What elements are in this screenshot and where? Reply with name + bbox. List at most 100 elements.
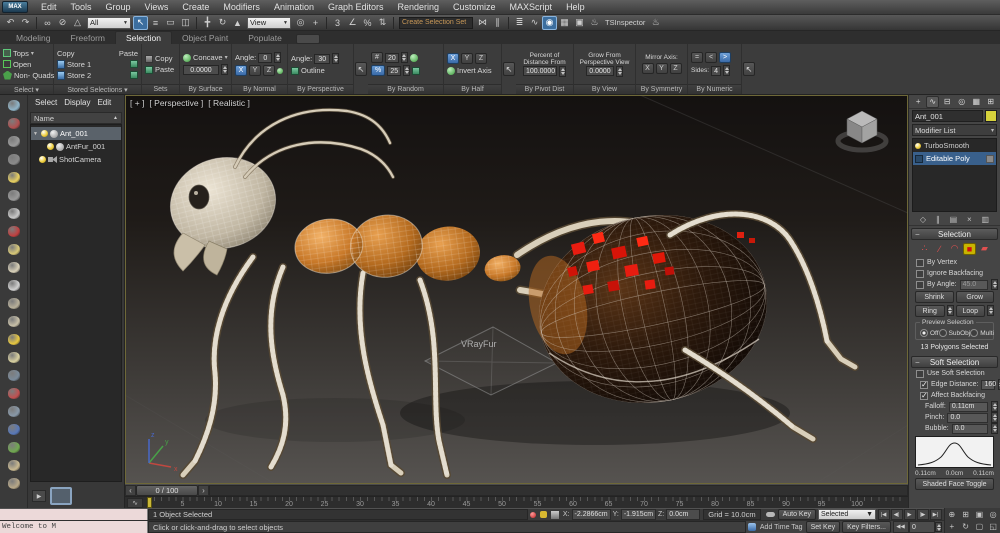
ignore-backfacing-checkbox[interactable] (916, 269, 924, 278)
menu-graph-editors[interactable]: Graph Editors (321, 2, 391, 12)
snap-toggle-icon[interactable]: 3 (330, 16, 345, 30)
viewport-canvas[interactable]: VRayFur x y z (125, 95, 908, 484)
ribbon-tab-freeform[interactable]: Freeform (61, 32, 115, 44)
plug-icon[interactable] (2, 186, 26, 204)
rendered-frame-icon[interactable]: ▣ (572, 16, 587, 30)
pinch-field[interactable]: 0.0 (947, 412, 988, 423)
time-slider-handle[interactable]: 0 / 100 (136, 485, 198, 496)
edge-subobject-icon[interactable]: ∕ (933, 243, 946, 255)
viewport-menu-shading[interactable]: [ Realistic ] (208, 98, 250, 108)
by-angle-checkbox[interactable] (916, 280, 924, 289)
zoom-extents-icon[interactable]: ▣ (973, 508, 987, 521)
track-bar[interactable]: ∿ 5 10 15 20 25 30 35 40 45 50 55 60 65 70 75 80 85 90 95 1… (125, 496, 908, 508)
sets-copy-button[interactable]: Copy (145, 54, 176, 63)
paste-1-icon[interactable] (130, 60, 138, 68)
panel-label-sets[interactable]: Sets (142, 84, 179, 94)
auto-key-button[interactable]: Auto Key (777, 509, 816, 520)
panel-label-by-half[interactable]: By Half (444, 84, 501, 94)
sun-icon[interactable] (2, 330, 26, 348)
selection-lock-icon[interactable] (538, 509, 549, 520)
store-2-button[interactable]: Store 2 (67, 71, 91, 80)
zoom-icon[interactable]: ⊕ (945, 508, 959, 521)
selection-filter-dropdown[interactable]: All ▼ (87, 16, 131, 29)
ignore-backfacing-checkbox-row[interactable]: Ignore Backfacing (911, 268, 998, 279)
menu-customize[interactable]: Customize (446, 2, 503, 12)
maximize-viewport-icon[interactable]: ◱ (986, 521, 1000, 533)
shaded-face-toggle-button[interactable]: Shaded Face Toggle (915, 478, 994, 490)
spinner-snap-icon[interactable]: ⇅ (375, 16, 390, 30)
globe-icon[interactable] (2, 420, 26, 438)
reference-coordinate-dropdown[interactable]: View ▼ (247, 16, 291, 29)
maxscript-listener-line[interactable]: Welcome to M (0, 521, 148, 533)
ribbon-tab-selection[interactable]: Selection (114, 31, 172, 44)
random-percent-field[interactable]: 25 (387, 65, 402, 76)
numeric-less-button[interactable]: < (705, 52, 717, 63)
ring-button[interactable]: Ring (915, 305, 945, 317)
menu-views[interactable]: Views (138, 2, 176, 12)
make-unique-icon[interactable]: ▤ (950, 215, 958, 224)
menu-modifiers[interactable]: Modifiers (216, 2, 267, 12)
pivot-distance-field[interactable]: 100.0000 (523, 66, 557, 76)
half-z-button[interactable]: Z (475, 53, 487, 64)
use-soft-selection-row[interactable]: Use Soft Selection (911, 368, 998, 379)
utilities-tab-icon[interactable]: ⊞ (984, 96, 997, 108)
element-subobject-icon[interactable]: ▰ (978, 243, 991, 255)
ant-head[interactable] (161, 147, 286, 276)
panel-label-by-random[interactable]: By Random (368, 84, 443, 94)
select-cursor-button[interactable]: ↖ (503, 62, 515, 76)
z-coordinate-field[interactable]: 0.0cm (666, 509, 701, 520)
visibility-bulb-icon[interactable] (39, 156, 46, 163)
configure-modifier-icon[interactable]: ▥ (981, 215, 989, 224)
normal-z-button[interactable]: Z (263, 65, 275, 76)
symmetry-y-button[interactable]: Y (655, 63, 668, 74)
spinner[interactable] (559, 65, 566, 77)
tree-node-antfur[interactable]: AntFur_001 (31, 140, 121, 153)
use-soft-selection-checkbox[interactable] (916, 369, 924, 378)
panel-label-by-normal[interactable]: By Normal (232, 84, 287, 94)
set-key-button[interactable]: Set Key (805, 521, 841, 533)
mini-curve-editor-icon[interactable]: ∿ (127, 498, 143, 508)
light-bulb-icon[interactable] (2, 168, 26, 186)
y-coordinate-field[interactable]: -1.915cm (620, 509, 657, 520)
panel-label-by-numeric[interactable]: By Numeric (688, 84, 741, 94)
stored-paste-label[interactable]: Paste (119, 49, 138, 58)
cone-primitive-icon[interactable] (2, 312, 26, 330)
display-tab-icon[interactable]: ▦ (970, 96, 983, 108)
perspective-viewport[interactable]: VRayFur x y z [+] [Perspective] [Re… (125, 95, 908, 484)
window-crossing-icon[interactable]: ◫ (178, 16, 193, 30)
dome-primitive-icon[interactable] (2, 258, 26, 276)
torus-primitive-icon[interactable] (2, 294, 26, 312)
previous-frame-arrow[interactable]: ‹ (125, 485, 136, 496)
absolute-mode-icon[interactable] (549, 509, 561, 520)
unlink-selection-icon[interactable]: ⊘ (55, 16, 70, 30)
spinner[interactable] (221, 64, 228, 75)
tree-node-shotcamera[interactable]: ShotCamera (31, 153, 121, 166)
sphere-primitive-icon[interactable] (2, 276, 26, 294)
explorer-menu-select[interactable]: Select (35, 98, 57, 107)
select-cursor-button[interactable]: ↖ (743, 62, 755, 76)
spinner[interactable] (991, 423, 998, 434)
vertex-subobject-icon[interactable]: ∴ (918, 243, 931, 255)
align-icon[interactable]: ∥ (490, 16, 505, 30)
select-tops-button[interactable]: Tops ▾ (3, 49, 50, 58)
gamepad-icon[interactable] (2, 402, 26, 420)
by-vertex-checkbox[interactable] (916, 258, 924, 267)
selection-rollout-header[interactable]: Selection (911, 228, 998, 240)
random-invert-icon[interactable] (412, 66, 421, 75)
panel-label-select[interactable]: Select ▾ (0, 84, 53, 94)
select-non-quads-button[interactable]: Non- Quads (3, 70, 54, 80)
store-1-button[interactable]: Store 1 (67, 60, 91, 69)
normal-x-button[interactable]: X (235, 65, 247, 76)
ball-icon[interactable] (2, 348, 26, 366)
menu-rendering[interactable]: Rendering (391, 2, 447, 12)
spinner[interactable] (946, 305, 954, 316)
explorer-menu-edit[interactable]: Edit (97, 98, 111, 107)
x-coordinate-field[interactable]: -2.2866cm (571, 509, 611, 520)
show-end-result-icon[interactable]: ∥ (936, 215, 940, 224)
menu-edit[interactable]: Edit (34, 2, 64, 12)
object-color-swatch[interactable] (985, 110, 997, 122)
normal-angle-field[interactable]: 0 (258, 52, 273, 63)
numeric-greater-button[interactable]: > (719, 52, 731, 63)
preview-subobj-radio[interactable]: SubObj (938, 329, 970, 337)
viewport-menu-general[interactable]: [ + ] (130, 98, 144, 108)
